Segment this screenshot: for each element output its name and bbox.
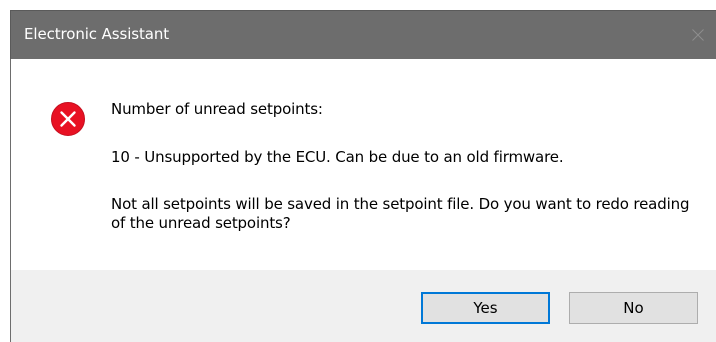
title-bar[interactable]: Electronic Assistant	[10, 10, 716, 59]
message-heading: Number of unread setpoints:	[111, 100, 323, 118]
message-detail: 10 - Unsupported by the ECU. Can be due …	[111, 148, 564, 166]
no-button[interactable]: No	[569, 292, 698, 324]
button-bar: Yes No	[10, 270, 716, 342]
message-question: Not all setpoints will be saved in the s…	[111, 195, 690, 232]
error-icon	[51, 102, 85, 136]
close-button[interactable]	[680, 11, 716, 59]
close-icon	[692, 29, 704, 41]
message-area: Number of unread setpoints: 10 - Unsuppo…	[10, 59, 716, 270]
window-title: Electronic Assistant	[24, 25, 170, 43]
yes-button[interactable]: Yes	[421, 292, 550, 324]
message-dialog: Electronic Assistant Number of unread se…	[0, 0, 716, 342]
